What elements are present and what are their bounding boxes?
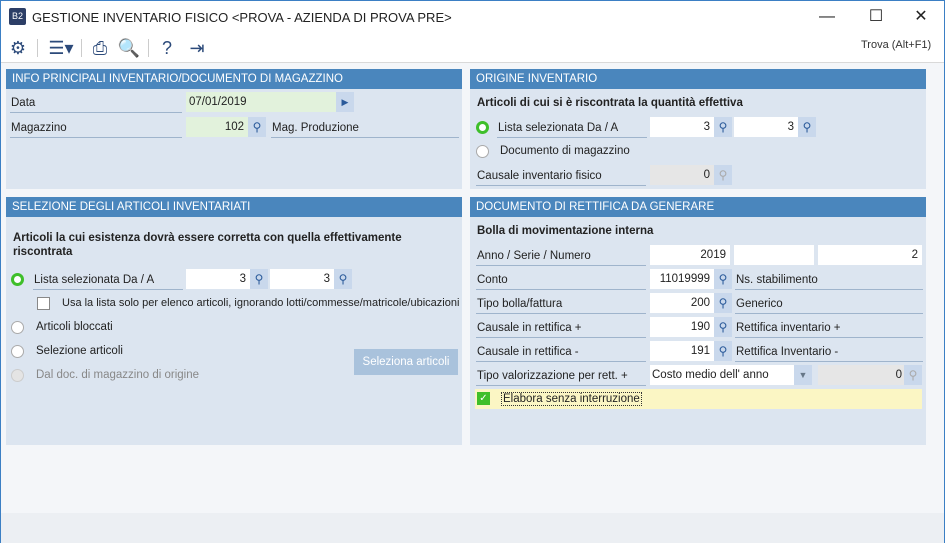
rettifica-header: DOCUMENTO DI RETTIFICA DA GENERARE [470,197,926,217]
window-title: GESTIONE INVENTARIO FISICO <PROVA - AZIE… [32,10,452,25]
tipo-desc: Generico [735,294,923,314]
numero-input[interactable]: 2 [818,245,922,265]
magazzino-desc: Mag. Produzione [271,118,459,138]
origine-header: ORIGINE INVENTARIO [470,69,926,89]
toolbar: ⚙ ☰▾ ⎙ 🔍 ? ⇥ Trova (Alt+F1) [1,33,944,63]
conto-desc: Ns. stabilimento [735,270,923,290]
origine-panel: ORIGINE INVENTARIO Articoli di cui si è … [470,69,926,189]
lista-a-input[interactable]: 3 [734,117,798,137]
lista-a-input[interactable]: 3 [270,269,334,289]
lista-radio[interactable] [476,121,489,134]
selezione-radio[interactable] [11,345,24,358]
search-icon[interactable]: ⚲ [248,117,266,137]
search-button[interactable]: Trova (Alt+F1) [861,39,931,51]
help-icon[interactable]: ? [155,37,179,59]
separator [148,39,149,57]
app-logo: B2 [9,8,26,25]
info-header: INFO PRINCIPALI INVENTARIO/DOCUMENTO DI … [6,69,462,89]
lista-label: Lista selezionata Da / A [33,270,183,290]
causale-meno-label: Causale in rettifica - [476,342,646,362]
gears-icon[interactable]: ⚙ [6,37,30,59]
causale-piu-label: Causale in rettifica + [476,318,646,338]
search-icon[interactable]: ⚲ [250,269,268,289]
causale-input[interactable]: 0 [650,165,714,185]
elabora-label[interactable]: Elabora senza interruzione [501,392,642,406]
usa-lista-checkbox[interactable] [37,297,50,310]
causale-piu-desc: Rettifica inventario + [735,318,923,338]
dal-doc-radio[interactable] [11,369,24,382]
anno-input[interactable]: 2019 [650,245,730,265]
seleziona-articoli-button[interactable]: Seleziona articoli [354,349,458,375]
separator [37,39,38,57]
selezione-label: Selezione articoli [36,345,123,357]
magazzino-input[interactable]: 102 [186,117,248,137]
search-icon[interactable]: ⚲ [334,269,352,289]
search-icon: ⚲ [904,365,922,385]
preview-icon[interactable]: 🔍 [117,37,141,59]
search-icon[interactable]: ⚲ [714,293,732,313]
causale-label: Causale inventario fisico [476,166,646,186]
dal-doc-label: Dal doc. di magazzino di origine [36,369,200,381]
valorizzazione-label: Tipo valorizzazione per rett. + [476,366,646,386]
search-icon[interactable]: ⚲ [798,117,816,137]
print-icon[interactable]: ⎙ [88,37,112,59]
conto-input[interactable]: 11019999 [650,269,714,289]
serie-input[interactable] [734,245,814,265]
origine-subtitle: Articoli di cui si è riscontrata la quan… [477,97,743,109]
causale-meno-input[interactable]: 191 [650,341,714,361]
lista-radio[interactable] [11,273,24,286]
rettifica-panel: DOCUMENTO DI RETTIFICA DA GENERARE Bolla… [470,197,926,445]
bloccati-radio[interactable] [11,321,24,334]
magazzino-label: Magazzino [10,118,182,138]
causale-piu-input[interactable]: 190 [650,317,714,337]
tipo-label: Tipo bolla/fattura [476,294,646,314]
causale-meno-desc: Rettifica Inventario - [735,342,923,362]
rettifica-subtitle: Bolla di movimentazione interna [477,225,654,237]
minimize-button[interactable]: — [807,5,847,29]
usa-lista-label: Usa la lista solo per elenco articoli, i… [62,297,460,309]
data-input[interactable]: 07/01/2019 [186,92,338,112]
maximize-button[interactable]: ☐ [856,5,896,29]
lista-label: Lista selezionata Da / A [497,118,647,138]
valorizzazione-num: 0 [818,365,906,385]
search-icon[interactable]: ⚲ [714,117,732,137]
valorizzazione-select[interactable]: Costo medio dell' anno [650,365,794,385]
documento-radio[interactable] [476,145,489,158]
data-label: Data [10,93,182,113]
search-icon: ⚲ [714,165,732,185]
selezione-subtitle: Articoli la cui esistenza dovrà essere c… [13,232,402,258]
elabora-checkbox[interactable]: ✓ [477,392,490,405]
lista-da-input[interactable]: 3 [650,117,714,137]
selezione-header: SELEZIONE DEGLI ARTICOLI INVENTARIATI [6,197,462,217]
conto-label: Conto [476,270,646,290]
search-icon[interactable]: ⚲ [714,341,732,361]
menu-icon[interactable]: ☰▾ [45,37,77,59]
anno-label: Anno / Serie / Numero [476,246,646,266]
status-bar [1,513,944,543]
search-icon[interactable]: ⚲ [714,317,732,337]
chevron-down-icon[interactable]: ▼ [794,365,812,385]
close-button[interactable]: ✕ [901,5,941,29]
title-bar: B2 GESTIONE INVENTARIO FISICO <PROVA - A… [1,1,944,33]
bloccati-label: Articoli bloccati [36,321,113,333]
lista-da-input[interactable]: 3 [186,269,250,289]
search-icon[interactable]: ⚲ [714,269,732,289]
info-panel: INFO PRINCIPALI INVENTARIO/DOCUMENTO DI … [6,69,462,189]
separator [81,39,82,57]
documento-label: Documento di magazzino [500,145,630,157]
exit-icon[interactable]: ⇥ [185,37,209,59]
selezione-panel: SELEZIONE DEGLI ARTICOLI INVENTARIATI Ar… [6,197,462,445]
tipo-input[interactable]: 200 [650,293,714,313]
date-arrow-icon[interactable]: ▶ [336,92,354,112]
